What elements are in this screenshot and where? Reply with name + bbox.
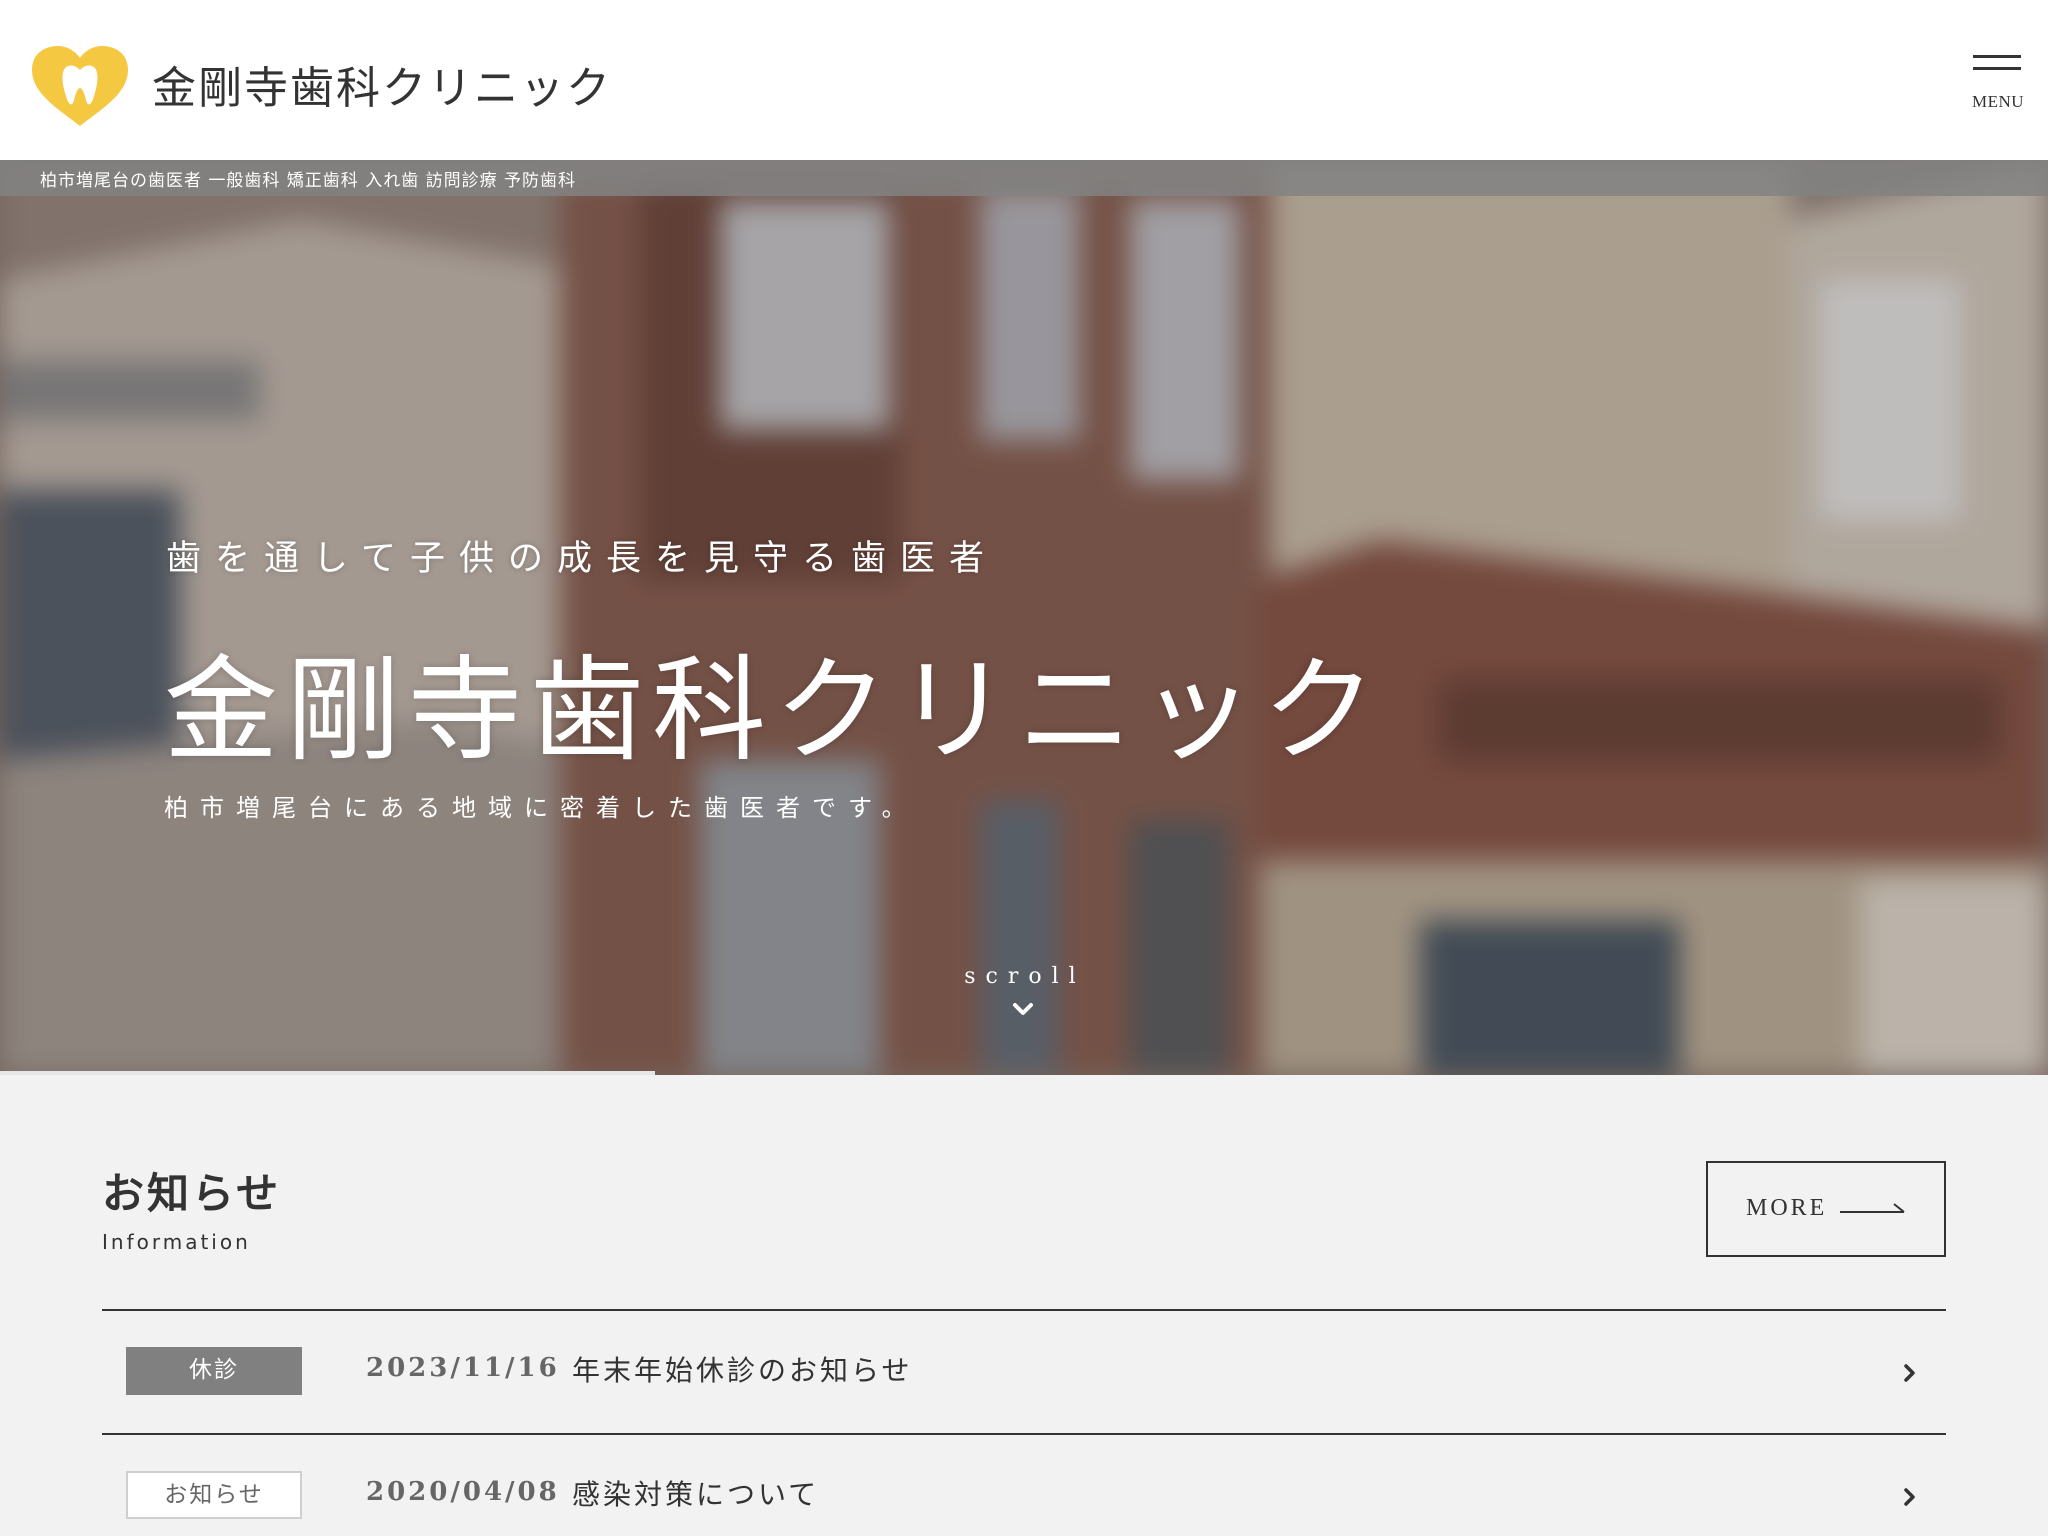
site-header: 金剛寺歯科クリニック MENU: [0, 0, 2048, 160]
news-date: 2020/04/08: [366, 1477, 560, 1507]
hero-slider: 柏市増尾台の歯医者 一般歯科 矯正歯科 入れ歯 訪問診療 予防歯科 歯を通して子…: [0, 160, 2048, 1075]
chevron-right-icon[interactable]: [1902, 1363, 1918, 1383]
tagline-bar: 柏市増尾台の歯医者 一般歯科 矯正歯科 入れ歯 訪問診療 予防歯科: [0, 160, 2048, 196]
tooth-heart-icon[interactable]: [30, 44, 130, 128]
more-button-label: MORE: [1746, 1195, 1828, 1221]
slide-progress-bar: [0, 1071, 656, 1075]
news-item[interactable]: お知らせ 2020/04/08 感染対策について: [102, 1433, 1946, 1536]
hamburger-icon-line: [1973, 67, 2021, 70]
news-title-link[interactable]: 年末年始休診のお知らせ: [572, 1349, 912, 1389]
chevron-right-icon[interactable]: [1902, 1487, 1918, 1507]
news-category-badge: お知らせ: [126, 1471, 302, 1519]
logo-text[interactable]: 金剛寺歯科クリニック: [152, 52, 612, 116]
info-section-title: お知らせ: [102, 1169, 282, 1218]
hero-subtitle: 歯を通して子供の成長を見守る歯医者: [166, 539, 998, 579]
info-section-subtitle: Information: [102, 1230, 251, 1254]
chevron-down-icon[interactable]: [1010, 1000, 1036, 1018]
hero-title: 金剛寺歯科クリニック: [164, 644, 1385, 777]
news-date: 2023/11/16: [366, 1353, 560, 1383]
more-button[interactable]: MORE: [1706, 1161, 1946, 1257]
tagline-text: 柏市増尾台の歯医者 一般歯科 矯正歯科 入れ歯 訪問診療 予防歯科: [40, 171, 577, 191]
hamburger-icon: [1973, 55, 2021, 58]
news-list: 休診 2023/11/16 年末年始休診のお知らせ お知らせ 2020/04/0…: [102, 1309, 1946, 1536]
menu-button[interactable]: MENU: [1960, 50, 2036, 120]
menu-label: MENU: [1971, 92, 2025, 111]
scroll-label[interactable]: scroll: [960, 964, 1090, 989]
news-title-link[interactable]: 感染対策について: [572, 1473, 819, 1513]
news-item[interactable]: 休診 2023/11/16 年末年始休診のお知らせ: [102, 1309, 1946, 1433]
arrow-right-icon: [1840, 1203, 1905, 1213]
news-category-badge: 休診: [126, 1347, 302, 1395]
hero-description: 柏市増尾台にある地域に密着した歯医者です。: [164, 794, 918, 822]
